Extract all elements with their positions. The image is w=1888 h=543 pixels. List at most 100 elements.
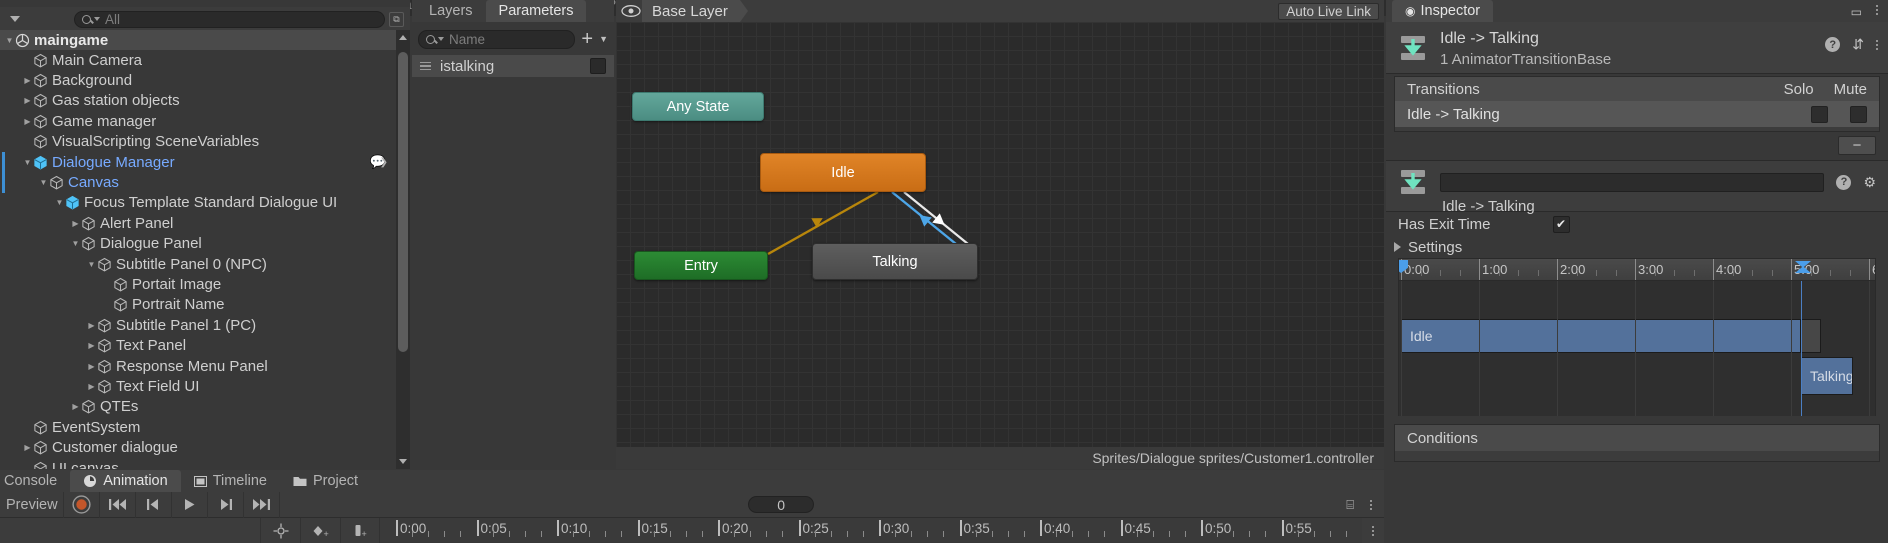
inspector-options-icon[interactable] [1876,5,1878,19]
hierarchy-tree[interactable]: ▼ maingame Main Camera ▶ Background ▶ Gas st… [0,30,396,469]
lock-icon[interactable]: ⌸ [1346,497,1354,513]
hierarchy-item[interactable]: ▶ QTEs [0,397,396,417]
chevron-right-icon[interactable] [1394,242,1401,252]
hierarchy-item[interactable]: ▶ Response Menu Panel [0,356,396,376]
hierarchy-item[interactable]: EventSystem [0,417,396,437]
tab-console[interactable]: Console [0,470,70,492]
chevron-right-icon[interactable]: ▶ [86,341,97,350]
hierarchy-item[interactable]: ▶ Text Field UI [0,376,396,396]
current-frame-input[interactable]: 0 [748,496,815,513]
chevron-down-icon[interactable]: ▼ [86,260,97,269]
chevron-right-icon[interactable]: ▶ [86,382,97,391]
state-node-talking[interactable]: Talking [812,243,978,280]
solo-checkbox[interactable] [1811,105,1828,123]
last-frame-button[interactable] [244,491,280,518]
hierarchy-scene-row[interactable]: ▼ maingame [0,30,396,50]
hierarchy-item[interactable]: VisualScripting SceneVariables [0,132,396,152]
chevron-down-icon[interactable]: ▼ [54,198,65,207]
hierarchy-item[interactable]: ▶ Subtitle Panel 1 (PC) [0,315,396,335]
breadcrumb-base-layer[interactable]: Base Layer [642,0,748,22]
chevron-right-icon[interactable]: ▶ [86,362,97,371]
state-node-any-state[interactable]: Any State [632,92,764,121]
prev-frame-button[interactable] [136,491,172,518]
chevron-right-icon[interactable]: ▶ [22,443,33,452]
tab-timeline[interactable]: Timeline [181,470,280,492]
animation-options-icon[interactable] [1370,499,1372,510]
parameter-search-input[interactable]: Name [418,29,576,49]
chevron-right-icon[interactable]: ▶ [70,402,81,411]
transition-timeline[interactable]: 0:001:002:003:004:005:006 Idle Talking [1398,258,1876,416]
add-parameter-chevron-icon[interactable]: ▼ [599,34,608,44]
first-frame-button[interactable] [100,491,136,518]
hierarchy-item[interactable]: ▼ Dialogue Panel [0,234,396,254]
chevron-down-icon[interactable]: ▼ [70,239,81,248]
hierarchy-item[interactable]: ▶ Background [0,70,396,90]
transition-timeline-body[interactable]: Idle Talking [1399,281,1875,416]
animation-timeline-ruler[interactable]: 0:00 0:05 0:10 0:15 0:20 0:25 0:30 0:35 0:40 0:45… [380,518,1362,542]
hierarchy-scrollbar[interactable] [396,30,410,469]
add-keyframe-button[interactable] [260,518,300,543]
hierarchy-item[interactable]: ▶ Text Panel [0,335,396,355]
tab-parameters[interactable]: Parameters [485,0,587,22]
create-dropdown-icon[interactable] [10,16,20,22]
remove-transition-button[interactable]: − [1838,135,1876,155]
inspector-minimize-button[interactable]: ▭ [1851,5,1862,19]
has-exit-time-row[interactable]: Has Exit Time ✔ [1386,212,1888,236]
help-icon[interactable]: ? [1836,174,1852,190]
add-parameter-button[interactable]: + [581,29,593,49]
hierarchy-item[interactable]: Portrait Name [0,295,396,315]
has-exit-time-checkbox[interactable]: ✔ [1552,215,1570,233]
add-property-button[interactable]: + [340,518,380,543]
hierarchy-item[interactable]: Portait Image [0,274,396,294]
state-node-idle[interactable]: Idle [760,153,926,192]
chevron-down-icon[interactable]: ▼ [4,36,15,45]
hierarchy-item[interactable]: ▼ Subtitle Panel 0 (NPC) [0,254,396,274]
chevron-right-icon[interactable]: ▶ [86,321,97,330]
add-event-button[interactable]: + [300,518,340,543]
curve-options-icon[interactable] [1372,525,1374,536]
parameter-bool-checkbox[interactable] [590,58,606,74]
hierarchy-item[interactable]: ▼ Dialogue Manager 💬 ❯ [0,151,396,173]
scroll-down-icon[interactable] [399,459,407,464]
auto-live-link-button[interactable]: Auto Live Link [1278,3,1379,20]
next-frame-button[interactable] [208,491,244,518]
chevron-right-icon[interactable]: ▶ [22,96,33,105]
tab-inspector[interactable]: ◉ Inspector [1392,0,1494,22]
animator-left-tabbar[interactable]: Layers Parameters [412,0,614,22]
transition-name-input[interactable] [1440,172,1825,192]
play-button[interactable] [172,491,208,518]
drag-handle-icon[interactable] [420,61,431,71]
scroll-up-icon[interactable] [399,35,407,40]
hierarchy-item[interactable]: ▶ Alert Panel [0,213,396,233]
timeline-clip-talking[interactable]: Talking [1801,357,1853,395]
tab-animation[interactable]: Animation [70,470,181,492]
parameter-row-istalking[interactable]: istalking [412,55,614,77]
prefab-open-chevron-icon[interactable]: ❯ [380,157,388,168]
hierarchy-item[interactable]: ▼ Canvas [0,172,396,194]
hierarchy-item[interactable]: UI canvas [0,458,396,469]
inspector-tabbar[interactable]: ◉ Inspector ▭ [1386,0,1888,22]
chevron-down-icon[interactable]: ▼ [22,158,33,167]
preview-button[interactable]: Preview [0,491,64,518]
hierarchy-item[interactable]: ▶ Gas station objects [0,91,396,111]
chevron-right-icon[interactable]: ▶ [22,76,33,85]
more-options-icon[interactable] [1876,39,1878,50]
preset-icon[interactable]: ⇵ [1852,36,1864,53]
chevron-right-icon[interactable]: ▶ [22,117,33,126]
hierarchy-expand-icon[interactable]: ⧉ [389,11,404,27]
search-filter-icon[interactable] [438,37,444,41]
tab-project[interactable]: Project [280,470,371,492]
tab-layers[interactable]: Layers [416,0,486,22]
timeline-transition-marker[interactable] [1801,281,1802,416]
settings-foldout[interactable]: Settings [1386,236,1888,258]
bottom-dock-tabbar[interactable]: Console Animation Timeline Project [0,470,1384,492]
chevron-down-icon[interactable]: ▼ [38,178,49,187]
hierarchy-search-input[interactable]: All [74,10,385,28]
record-button[interactable] [64,491,100,518]
hierarchy-item[interactable]: ▶ Customer dialogue [0,437,396,457]
transition-timeline-ruler[interactable]: 0:001:002:003:004:005:006 [1399,259,1875,281]
gear-icon[interactable]: ⚙ [1863,174,1876,191]
hierarchy-scroll-thumb[interactable] [398,52,408,352]
help-icon[interactable]: ? [1825,37,1841,52]
hierarchy-item[interactable]: ▶ Game manager [0,111,396,131]
